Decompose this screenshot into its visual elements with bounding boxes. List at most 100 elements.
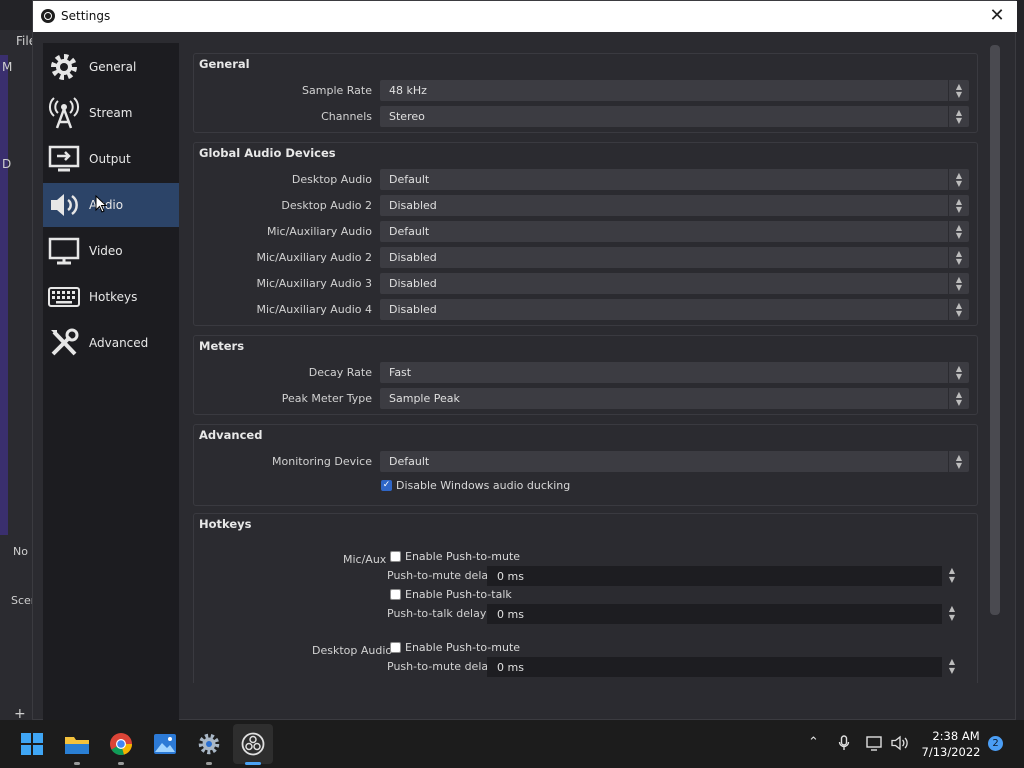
- mic-aux-audio-select[interactable]: Default ▲ ▼: [380, 221, 969, 242]
- mic-aux-push-to-mute-checkbox[interactable]: [390, 551, 401, 562]
- photos-icon[interactable]: [151, 730, 179, 758]
- decay-rate-select[interactable]: Fast ▲ ▼: [380, 362, 969, 383]
- group-general: General Sample Rate 48 kHz ▲ ▼ Channels S…: [193, 53, 978, 133]
- network-icon[interactable]: [866, 735, 884, 755]
- select-value: Disabled: [389, 199, 437, 212]
- spin-value: 0 ms: [497, 608, 524, 621]
- select-value: Default: [389, 455, 430, 468]
- chevron-updown-icon: ▲ ▼: [948, 221, 969, 242]
- select-value: Sample Peak: [389, 392, 460, 405]
- group-meters: Meters Decay Rate Fast ▲ ▼ Peak Meter Typ…: [193, 335, 978, 415]
- group-global-audio-devices: Global Audio Devices Desktop Audio Defau…: [193, 142, 978, 326]
- sample-rate-select[interactable]: 48 kHz ▲ ▼: [380, 80, 969, 101]
- clock-date[interactable]: 7/13/2022: [916, 745, 986, 759]
- chevron-updown-icon: ▲ ▼: [948, 169, 969, 190]
- desktop-audio-push-to-mute-checkbox[interactable]: [390, 642, 401, 653]
- obs-logo-icon: [41, 9, 55, 23]
- file-explorer-icon[interactable]: [63, 730, 91, 758]
- select-value: Default: [389, 225, 430, 238]
- sidebar-item-output[interactable]: Output: [43, 137, 179, 181]
- active-indicator: [245, 762, 261, 765]
- chrome-icon[interactable]: [107, 730, 135, 758]
- content-scrollbar[interactable]: [990, 45, 1000, 615]
- mic-aux-push-to-talk-delay-spinbox[interactable]: 0 ms ▲ ▼: [487, 604, 962, 624]
- mic-aux-audio-4-label: Mic/Auxiliary Audio 4: [256, 303, 372, 316]
- group-title: General: [199, 57, 250, 71]
- sidebar-item-advanced[interactable]: Advanced: [43, 321, 179, 365]
- select-value: Disabled: [389, 303, 437, 316]
- mic-aux-audio-2-select[interactable]: Disabled ▲ ▼: [380, 247, 969, 268]
- settings-titlebar: Settings ✕: [33, 1, 1017, 32]
- mic-aux-push-to-talk-label: Enable Push-to-talk: [405, 588, 512, 601]
- running-indicator: [74, 762, 80, 765]
- sidebar-item-label: Advanced: [89, 336, 149, 350]
- close-button[interactable]: ✕: [987, 6, 1007, 26]
- spin-arrows-icon[interactable]: ▲ ▼: [942, 566, 962, 586]
- mic-aux-push-to-mute-label: Enable Push-to-mute: [405, 550, 521, 563]
- select-value: Stereo: [389, 110, 425, 123]
- chevron-updown-icon: ▲ ▼: [948, 80, 969, 101]
- mic-aux-audio-4-select[interactable]: Disabled ▲ ▼: [380, 299, 969, 320]
- desktop-audio-select[interactable]: Default ▲ ▼: [380, 169, 969, 190]
- desktop-audio-hotkey-label: Desktop Audio: [312, 644, 393, 657]
- spin-value: 0 ms: [497, 661, 524, 674]
- select-value: 48 kHz: [389, 84, 427, 97]
- sidebar-item-audio[interactable]: Audio: [43, 183, 179, 227]
- group-title: Global Audio Devices: [199, 146, 336, 160]
- notification-badge[interactable]: 2: [988, 736, 1003, 751]
- desktop-audio-2-select[interactable]: Disabled ▲ ▼: [380, 195, 969, 216]
- decay-rate-label: Decay Rate: [308, 366, 372, 379]
- disable-ducking-checkbox[interactable]: ✓: [381, 480, 392, 491]
- sidebar-item-stream[interactable]: Stream: [43, 91, 179, 135]
- mic-aux-push-to-mute-delay-label: Push-to-mute delay: [387, 569, 495, 582]
- mic-aux-audio-2-label: Mic/Auxiliary Audio 2: [256, 251, 372, 264]
- chevron-updown-icon: ▲ ▼: [948, 247, 969, 268]
- start-icon[interactable]: [18, 730, 46, 758]
- group-title: Hotkeys: [199, 517, 252, 531]
- peak-meter-type-select[interactable]: Sample Peak ▲ ▼: [380, 388, 969, 409]
- audio-settings-content: General Sample Rate 48 kHz ▲ ▼ Channels S…: [193, 53, 980, 683]
- mic-aux-push-to-talk-checkbox[interactable]: [390, 589, 401, 600]
- sidebar-item-label: Video: [89, 244, 123, 258]
- bg-text-m: M: [2, 60, 13, 74]
- antenna-icon: [47, 96, 81, 130]
- mic-aux-hotkey-label: Mic/Aux: [343, 553, 387, 566]
- sidebar-item-hotkeys[interactable]: Hotkeys: [43, 275, 179, 319]
- disable-ducking-label: Disable Windows audio ducking: [396, 479, 571, 492]
- chevron-updown-icon: ▲ ▼: [948, 451, 969, 472]
- monitoring-device-select[interactable]: Default ▲ ▼: [380, 451, 969, 472]
- output-monitor-icon: [47, 142, 81, 176]
- desktop-audio-push-to-mute-delay-spinbox[interactable]: 0 ms ▲ ▼: [487, 657, 962, 677]
- microphone-icon[interactable]: [838, 735, 850, 755]
- chevron-updown-icon: ▲ ▼: [948, 273, 969, 294]
- clock-time[interactable]: 2:38 AM: [926, 729, 986, 743]
- obs-icon[interactable]: [239, 730, 267, 758]
- chevron-updown-icon: ▲ ▼: [948, 388, 969, 409]
- sidebar-item-label: Output: [89, 152, 131, 166]
- select-value: Fast: [389, 366, 412, 379]
- tools-icon: [47, 326, 81, 360]
- sidebar-item-label: General: [89, 60, 137, 74]
- chevron-up-icon[interactable]: ⌃: [808, 735, 819, 750]
- mic-aux-push-to-mute-delay-spinbox[interactable]: 0 ms ▲ ▼: [487, 566, 962, 586]
- mic-aux-audio-3-select[interactable]: Disabled ▲ ▼: [380, 273, 969, 294]
- spin-arrows-icon[interactable]: ▲ ▼: [942, 657, 962, 677]
- sidebar-item-general[interactable]: General: [43, 45, 179, 89]
- peak-meter-type-label: Peak Meter Type: [281, 392, 372, 405]
- volume-icon[interactable]: [891, 735, 909, 755]
- group-advanced: Advanced Monitoring Device Default ▲ ▼ ✓ …: [193, 424, 978, 506]
- keyboard-icon: [47, 280, 81, 314]
- spin-value: 0 ms: [497, 570, 524, 583]
- checkmark-icon: ✓: [382, 480, 391, 490]
- select-value: Disabled: [389, 277, 437, 290]
- spin-arrows-icon[interactable]: ▲ ▼: [942, 604, 962, 624]
- settings-dialog: Settings ✕ General Stream Output Au: [32, 0, 1017, 721]
- settings-icon[interactable]: [195, 730, 223, 758]
- channels-select[interactable]: Stereo ▲ ▼: [380, 106, 969, 127]
- settings-sidebar: General Stream Output Audio Video: [43, 43, 179, 721]
- sidebar-item-video[interactable]: Video: [43, 229, 179, 273]
- select-value: Default: [389, 173, 430, 186]
- chevron-updown-icon: ▲ ▼: [948, 362, 969, 383]
- mic-aux-audio-label: Mic/Auxiliary Audio: [266, 225, 372, 238]
- sidebar-item-label: Hotkeys: [89, 290, 138, 304]
